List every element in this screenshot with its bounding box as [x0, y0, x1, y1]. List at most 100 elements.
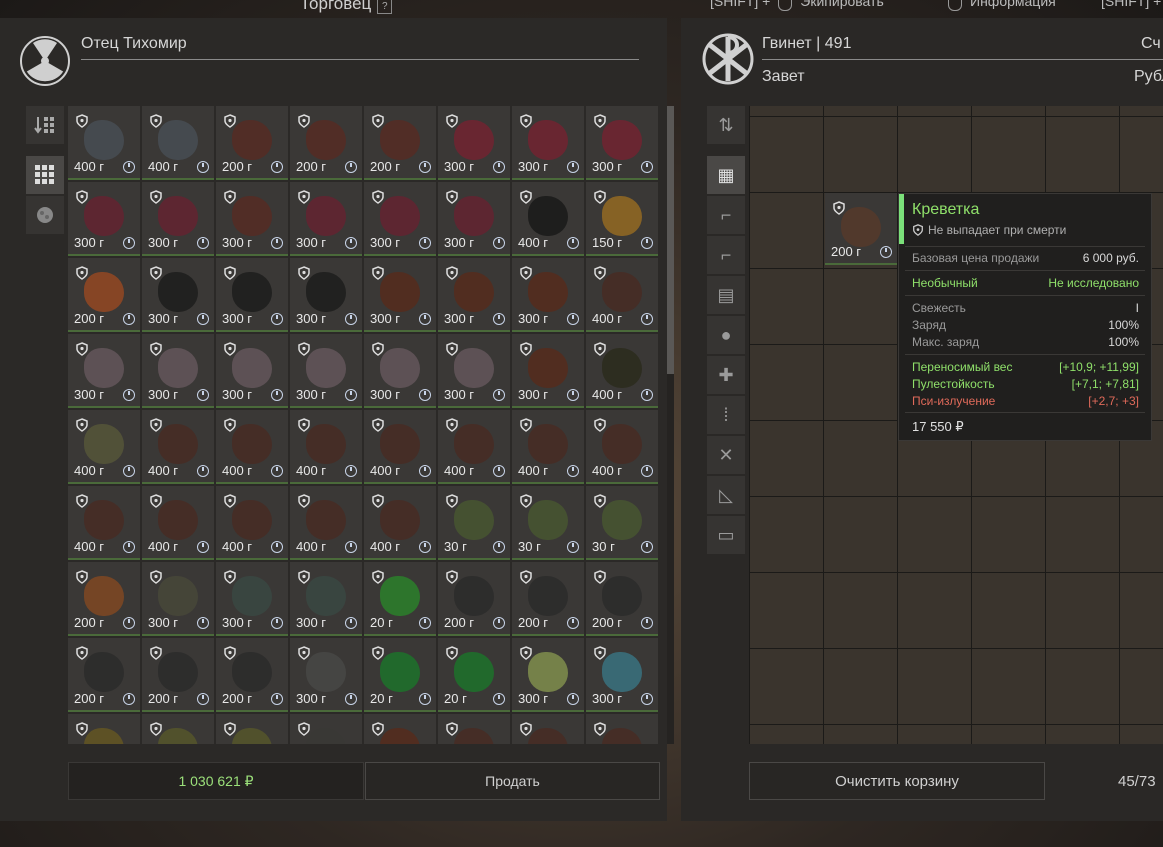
grid-item[interactable]: 300 г [216, 258, 288, 332]
grid-item[interactable]: 150 г [586, 182, 658, 256]
grid-tab[interactable] [26, 156, 64, 194]
grid-item[interactable]: 400 г [438, 410, 510, 484]
grid-item[interactable]: 300 г [364, 182, 436, 256]
grid-item[interactable]: 300 г [142, 334, 214, 408]
grid-item[interactable]: 200 г [290, 106, 362, 180]
effect-row: Пси-излучение [+2,7; +3] [912, 394, 1139, 408]
grid-item[interactable]: 300 г [512, 258, 584, 332]
grid-item[interactable]: 400 г [364, 486, 436, 560]
artifact-tab[interactable] [26, 196, 64, 234]
grid-item[interactable]: 30 г [586, 486, 658, 560]
artifact-tab[interactable]: ● [707, 316, 745, 354]
inventory-item[interactable]: 200 г [825, 193, 897, 265]
scroll-thumb[interactable] [667, 106, 674, 374]
grid-item[interactable]: 20 г [364, 562, 436, 636]
grid-item[interactable]: 200 г [216, 106, 288, 180]
item-price: 400 г [74, 463, 105, 478]
grid-item[interactable]: 400 г [586, 258, 658, 332]
grid-item[interactable]: 400 г [216, 410, 288, 484]
item-price: 200 г [222, 159, 253, 174]
grid-item[interactable] [68, 714, 140, 744]
item-price: 200 г [222, 691, 253, 706]
clear-cart-button[interactable]: Очистить корзину [749, 762, 1045, 800]
grid-item[interactable]: 30 г [438, 486, 510, 560]
grid-item[interactable] [290, 714, 362, 744]
grid-item[interactable]: 300 г [364, 334, 436, 408]
sort-tab[interactable]: ⇅ [707, 106, 745, 144]
grid-item[interactable] [364, 714, 436, 744]
grid-item[interactable]: 300 г [438, 106, 510, 180]
tools-tab[interactable]: ✕ [707, 436, 745, 474]
help-icon[interactable]: ? [377, 0, 393, 14]
grid-item[interactable]: 300 г [290, 638, 362, 712]
item-image [454, 120, 494, 160]
grid-item[interactable]: 200 г [512, 562, 584, 636]
grid-item[interactable]: 20 г [438, 638, 510, 712]
grid-item[interactable]: 200 г [586, 562, 658, 636]
grid-item[interactable]: 400 г [142, 486, 214, 560]
grid-item[interactable]: 300 г [68, 334, 140, 408]
grid-item[interactable] [512, 714, 584, 744]
grid-item[interactable]: 300 г [438, 258, 510, 332]
grid-item[interactable]: 300 г [586, 638, 658, 712]
grid-item[interactable]: 400 г [68, 410, 140, 484]
rifle-tab[interactable]: ⌐ [707, 196, 745, 234]
grid-item[interactable]: 300 г [512, 334, 584, 408]
grid-item[interactable]: 400 г [586, 334, 658, 408]
grid-item[interactable] [586, 714, 658, 744]
grid-item[interactable]: 400 г [216, 486, 288, 560]
grid-item[interactable]: 300 г [438, 182, 510, 256]
sell-button[interactable]: Продать [365, 762, 660, 800]
medkit-tab[interactable]: ✚ [707, 356, 745, 394]
grid-item[interactable]: 300 г [142, 182, 214, 256]
item-price: 300 г [444, 159, 475, 174]
grid-item[interactable]: 200 г [364, 106, 436, 180]
grid-item[interactable]: 30 г [512, 486, 584, 560]
grid-item[interactable]: 300 г [290, 258, 362, 332]
grid-item[interactable]: 300 г [586, 106, 658, 180]
clock-icon [197, 693, 209, 705]
grid-item[interactable]: 20 г [364, 638, 436, 712]
grid-item[interactable]: 400 г [512, 182, 584, 256]
pistol-icon: ⌐ [720, 244, 732, 265]
grid-item[interactable]: 400 г [586, 410, 658, 484]
grid-item[interactable]: 300 г [290, 334, 362, 408]
pistol-tab[interactable]: ⌐ [707, 236, 745, 274]
grid-item[interactable]: 300 г [290, 182, 362, 256]
grid-item[interactable]: 300 г [290, 562, 362, 636]
grid-item[interactable]: 300 г [68, 182, 140, 256]
trader-scrollbar[interactable] [667, 106, 674, 744]
sort-tab[interactable] [26, 106, 64, 144]
grid-item[interactable]: 300 г [216, 334, 288, 408]
grid-item[interactable]: 400 г [68, 106, 140, 180]
grid-item[interactable] [438, 714, 510, 744]
grid-item[interactable]: 300 г [512, 638, 584, 712]
grid-item[interactable]: 300 г [142, 562, 214, 636]
grid-item[interactable]: 400 г [364, 410, 436, 484]
grid-item[interactable]: 400 г [512, 410, 584, 484]
misc-tab[interactable]: ◺ [707, 476, 745, 514]
grid-item[interactable]: 200 г [68, 638, 140, 712]
grid-item[interactable]: 200 г [216, 638, 288, 712]
grid-item[interactable] [216, 714, 288, 744]
grid-item[interactable]: 400 г [68, 486, 140, 560]
grid-item[interactable]: 400 г [290, 486, 362, 560]
container-tab[interactable]: ▭ [707, 516, 745, 554]
grid-item[interactable]: 200 г [142, 638, 214, 712]
grid-item[interactable]: 300 г [216, 182, 288, 256]
bullets-tab[interactable]: ⁞ [707, 396, 745, 434]
grid-tab[interactable]: ▦ [707, 156, 745, 194]
ammo-tab[interactable]: ▤ [707, 276, 745, 314]
grid-item[interactable]: 200 г [438, 562, 510, 636]
grid-item[interactable]: 400 г [290, 410, 362, 484]
grid-item[interactable]: 300 г [216, 562, 288, 636]
grid-item[interactable]: 300 г [142, 258, 214, 332]
grid-item[interactable]: 300 г [364, 258, 436, 332]
grid-item[interactable]: 200 г [68, 562, 140, 636]
grid-item[interactable]: 300 г [512, 106, 584, 180]
grid-item[interactable] [142, 714, 214, 744]
grid-item[interactable]: 400 г [142, 410, 214, 484]
grid-item[interactable]: 400 г [142, 106, 214, 180]
grid-item[interactable]: 200 г [68, 258, 140, 332]
grid-item[interactable]: 300 г [438, 334, 510, 408]
